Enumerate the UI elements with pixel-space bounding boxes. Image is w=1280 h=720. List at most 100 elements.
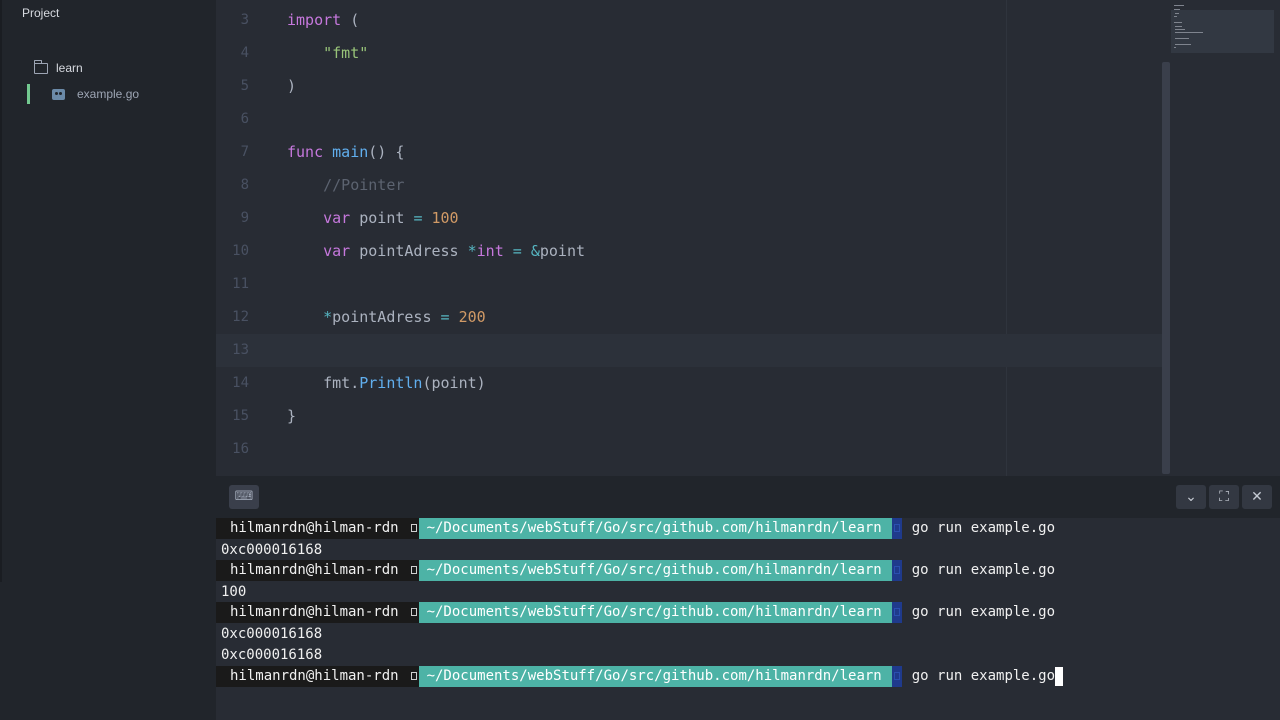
close-terminal-button[interactable]: ✕ <box>1242 485 1272 509</box>
prompt-path: ~/Documents/webStuff/Go/src/github.com/h… <box>418 518 892 539</box>
code-text: import ( <box>287 4 359 37</box>
terminal-cursor <box>1055 667 1064 686</box>
tree-folder-learn[interactable]: learn <box>34 58 83 78</box>
code-token: pointAdress <box>332 308 441 326</box>
terminal-command: go run example.go <box>911 562 1056 578</box>
code-token: //Pointer <box>323 176 405 194</box>
terminal-output-line: 0xc000016168 <box>216 645 322 666</box>
code-token: ( <box>341 11 360 29</box>
code-token: var <box>323 209 351 227</box>
terminal-command: go run example.go <box>911 604 1056 620</box>
terminal-output-line: 100 <box>216 582 246 603</box>
code-token: 200 <box>458 308 486 326</box>
terminal-output-line: 0xc000016168 <box>216 624 322 645</box>
prompt-path: ~/Documents/webStuff/Go/src/github.com/h… <box>418 560 892 581</box>
code-line[interactable]: 3 import ( <box>216 4 1162 37</box>
terminal-prompt-line: hilmanrdn@hilman-rdn ~/Documents/webStuff… <box>216 560 1055 581</box>
tree-file-example-go[interactable]: example.go <box>52 84 139 104</box>
prompt-separator-icon <box>408 560 419 581</box>
file-label: example.go <box>77 87 140 101</box>
line-number: 16 <box>232 441 249 457</box>
terminal-command: go run example.go <box>911 668 1056 684</box>
project-title: Project <box>22 6 60 20</box>
code-line[interactable]: 9 var point = 100 <box>216 202 1162 235</box>
code-token: } <box>287 407 297 425</box>
terminal-command: go run example.go <box>911 520 1056 536</box>
code-token: () { <box>368 143 405 161</box>
line-number: 5 <box>240 78 249 94</box>
code-text: *pointAdress = 200 <box>287 301 486 334</box>
minimap-line <box>1175 13 1179 14</box>
code-token: fmt. <box>287 374 360 392</box>
sidebar-edge <box>0 0 2 582</box>
code-line[interactable]: 16 <box>216 433 1162 466</box>
prompt-user: hilmanrdn@hilman-rdn <box>216 518 409 539</box>
line-number: 4 <box>240 45 249 61</box>
code-line[interactable]: 4 "fmt" <box>216 37 1162 70</box>
code-token: 100 <box>431 209 459 227</box>
tree-view-sidebar: Project learn example.go <box>0 0 217 720</box>
minimap-line <box>1175 38 1189 39</box>
code-token: ) <box>287 77 297 95</box>
minimap-line <box>1175 44 1191 45</box>
code-token: & <box>530 242 540 260</box>
code-line[interactable]: 10 var pointAdress *int = &point <box>216 235 1162 268</box>
code-text: fmt.Println(point) <box>287 367 486 400</box>
line-number: 13 <box>232 342 249 358</box>
line-number: 9 <box>240 210 249 226</box>
minimap-line <box>1175 32 1203 33</box>
code-token: import <box>287 11 342 29</box>
code-token: var <box>323 242 351 260</box>
code-line[interactable]: 11 <box>216 268 1162 301</box>
line-number: 14 <box>232 375 249 391</box>
editor-scrollbar[interactable] <box>1162 62 1170 474</box>
prompt-end-icon <box>891 602 902 623</box>
code-token: Println <box>359 374 423 392</box>
code-line[interactable]: 15} <box>216 400 1162 433</box>
terminal-prompt-line: hilmanrdn@hilman-rdn ~/Documents/webStuff… <box>216 666 1064 687</box>
code-line[interactable]: 7 func main() { <box>216 136 1162 169</box>
minimap-line <box>1175 26 1182 27</box>
go-file-icon <box>52 88 65 100</box>
code-token: pointAdress <box>350 242 468 260</box>
code-token: "fmt" <box>323 44 369 62</box>
code-line[interactable]: 12 *pointAdress = 200 <box>216 301 1162 334</box>
code-token: int <box>476 242 504 260</box>
terminal-output-line: 0xc000016168 <box>216 540 322 561</box>
code-line[interactable]: 5) <box>216 70 1162 103</box>
code-line[interactable]: 13 <box>216 334 1162 367</box>
code-token: point <box>350 209 414 227</box>
minimap[interactable] <box>1171 0 1280 476</box>
code-text: var pointAdress *int = &point <box>287 235 585 268</box>
code-text: var point = 100 <box>287 202 459 235</box>
code-token: func <box>287 143 324 161</box>
keyboard-icon[interactable]: ⌨ <box>229 485 259 509</box>
code-line[interactable]: 14 fmt.Println(point) <box>216 367 1162 400</box>
code-editor[interactable]: 3 import (4 "fmt" 5) 6 7 func main() {8 //Poi… <box>216 0 1280 476</box>
code-token: * <box>467 242 477 260</box>
code-text: func main() { <box>287 136 404 169</box>
code-token: (point) <box>422 374 486 392</box>
line-number: 8 <box>240 177 249 193</box>
code-line[interactable]: 8 //Pointer <box>216 169 1162 202</box>
terminal-prompt-line: hilmanrdn@hilman-rdn ~/Documents/webStuff… <box>216 602 1055 623</box>
code-token: point <box>539 242 586 260</box>
prompt-user: hilmanrdn@hilman-rdn <box>216 602 409 623</box>
terminal[interactable]: hilmanrdn@hilman-rdn ~/Documents/webStuff… <box>216 518 1280 720</box>
code-text: "fmt" <box>287 37 368 70</box>
line-number: 3 <box>240 12 249 28</box>
minimap-line <box>1175 29 1185 30</box>
code-line[interactable]: 6 <box>216 103 1162 136</box>
minimap-line <box>1174 5 1184 6</box>
prompt-separator-icon <box>408 518 419 539</box>
collapse-terminal-button[interactable]: ⌄ <box>1176 485 1206 509</box>
atom-editor-window: Project learn example.go 3 import (4 "fmt… <box>0 0 1280 720</box>
maximize-terminal-button[interactable]: ⛶ <box>1209 485 1239 509</box>
